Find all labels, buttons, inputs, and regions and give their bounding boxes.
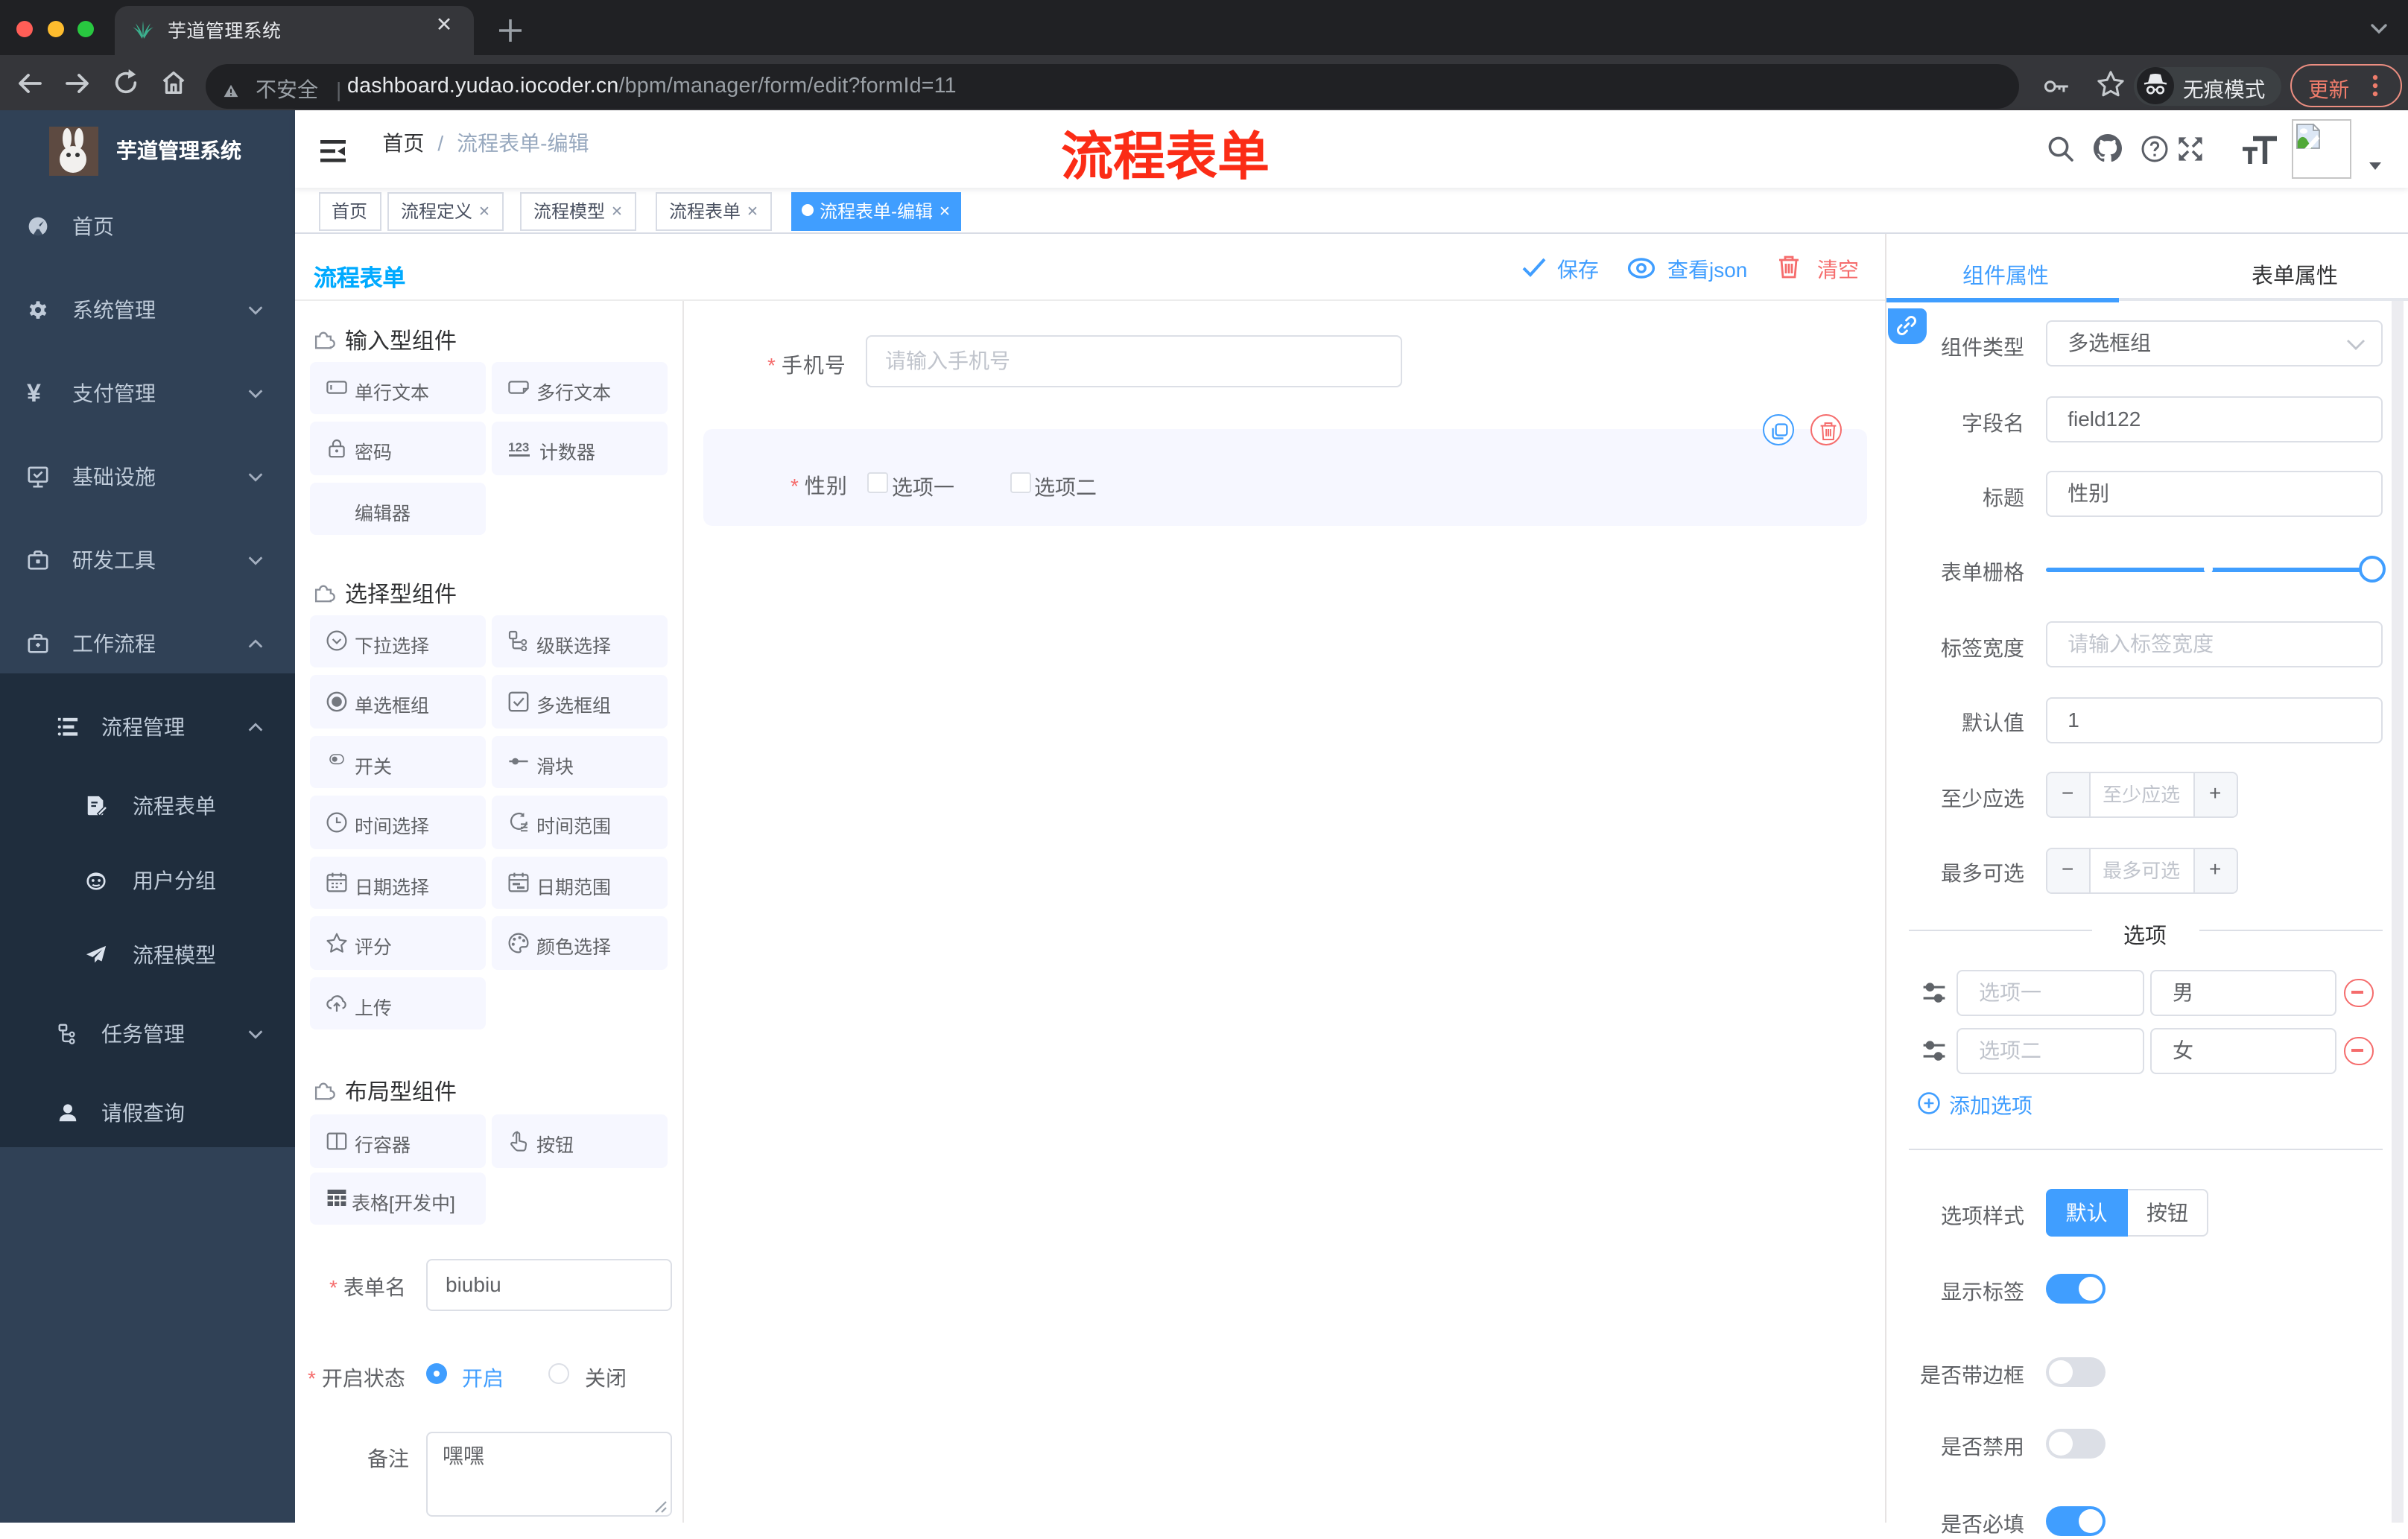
svg-text:123: 123 <box>508 440 529 454</box>
